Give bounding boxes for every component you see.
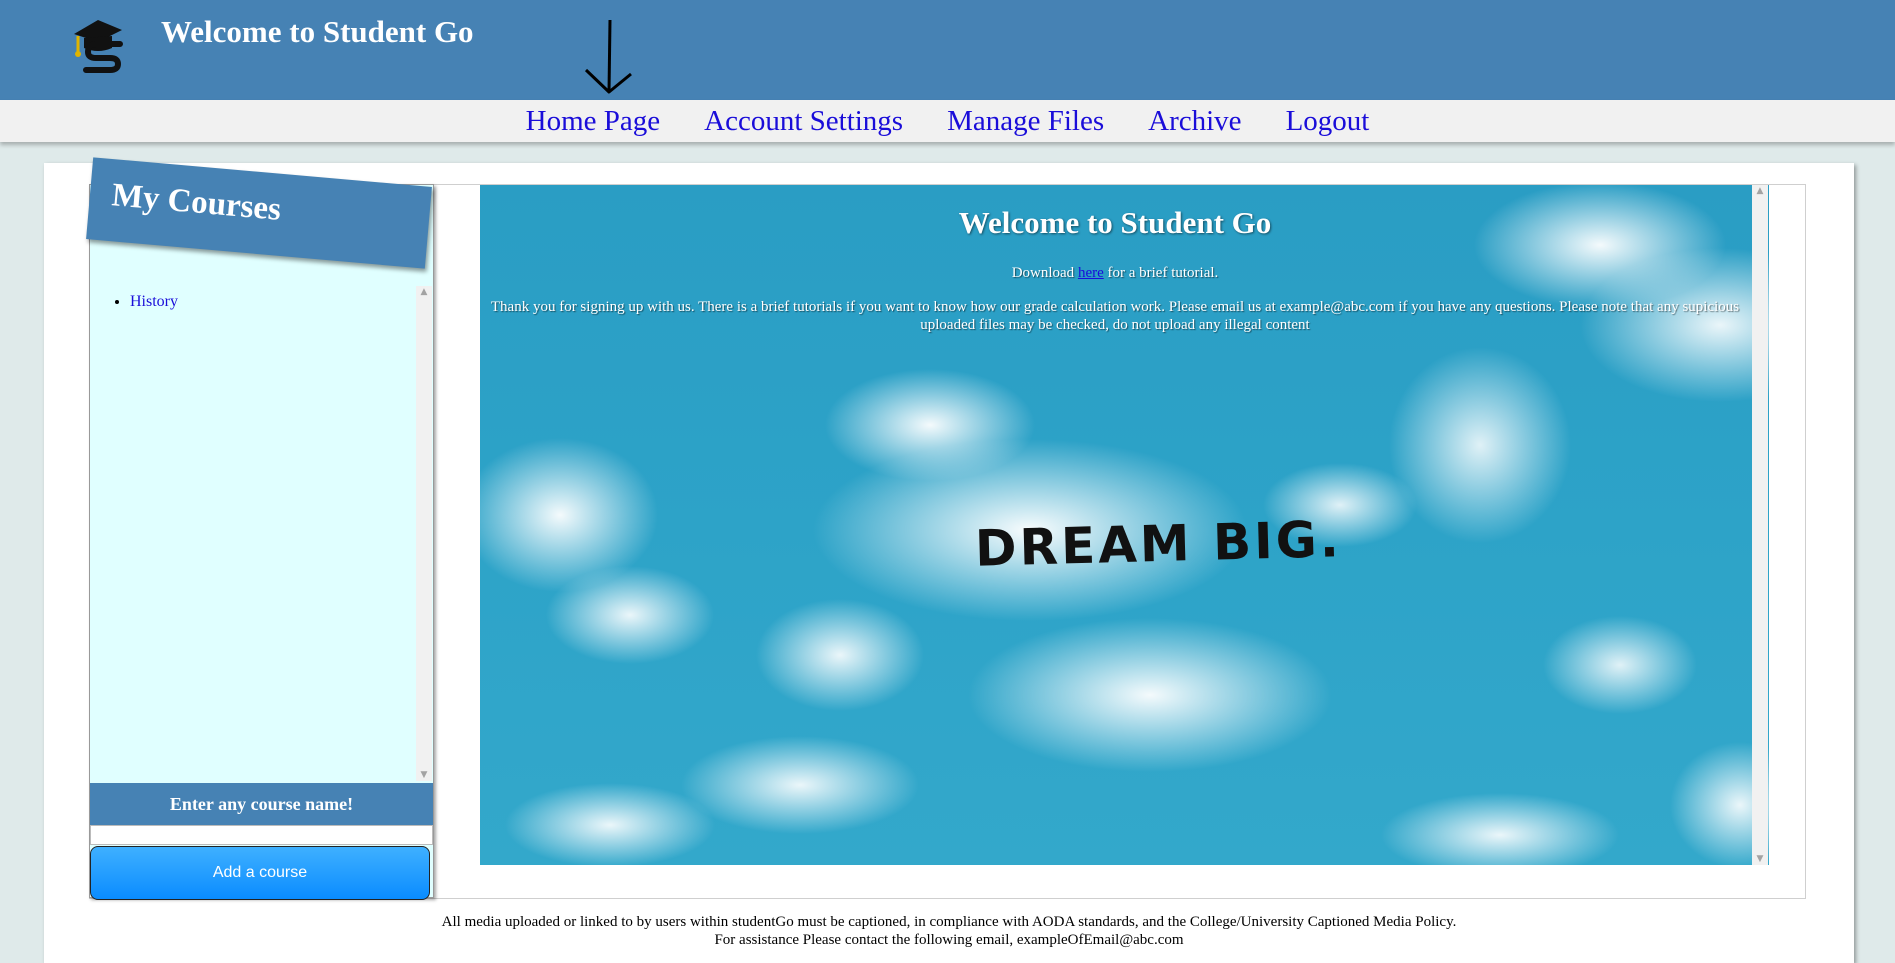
content-scrollbar[interactable]: ▲ ▼: [1752, 185, 1768, 865]
course-name-input[interactable]: [90, 825, 433, 845]
footer: All media uploaded or linked to by users…: [44, 913, 1854, 949]
download-line: Download here for a brief tutorial.: [480, 265, 1750, 282]
scroll-up-icon[interactable]: ▲: [416, 286, 432, 298]
scroll-down-icon[interactable]: ▼: [1752, 853, 1768, 865]
nav-home-page[interactable]: Home Page: [526, 105, 661, 138]
nav-manage-files[interactable]: Manage Files: [947, 105, 1104, 138]
course-list: History: [110, 293, 178, 311]
site-header: Welcome to Student Go: [0, 0, 1895, 100]
dream-big-image-text: DREAM BIG.: [974, 510, 1343, 578]
sidebar-scrollbar[interactable]: ▲ ▼: [416, 286, 432, 781]
nav-logout[interactable]: Logout: [1286, 105, 1370, 138]
footer-contact-text: For assistance Please contact the follow…: [714, 932, 1184, 948]
welcome-message: Thank you for signing up with us. There …: [490, 299, 1740, 333]
main-nav: Home Page Account Settings Manage Files …: [0, 100, 1895, 142]
site-title: Welcome to Student Go: [161, 14, 474, 49]
scroll-up-icon[interactable]: ▲: [1752, 185, 1768, 197]
course-link-history[interactable]: History: [130, 293, 178, 310]
enter-course-label: Enter any course name!: [90, 783, 433, 825]
footer-compliance-text: All media uploaded or linked to by users…: [441, 914, 1457, 930]
add-course-button[interactable]: Add a course: [90, 846, 430, 900]
down-arrow-icon: [584, 19, 632, 94]
nav-account-settings[interactable]: Account Settings: [704, 105, 903, 138]
my-courses-title: My Courses: [110, 177, 283, 228]
welcome-area: Welcome to Student Go Download here for …: [480, 185, 1769, 865]
tutorial-download-link[interactable]: here: [1078, 265, 1104, 281]
welcome-title: Welcome to Student Go: [958, 205, 1272, 240]
download-prefix: Download: [1011, 265, 1078, 281]
download-suffix: for a brief tutorial.: [1103, 265, 1219, 281]
nav-archive[interactable]: Archive: [1148, 105, 1241, 138]
scroll-down-icon[interactable]: ▼: [416, 769, 432, 781]
course-item: History: [130, 293, 178, 311]
graduation-cap-s-logo-icon: [74, 20, 123, 73]
